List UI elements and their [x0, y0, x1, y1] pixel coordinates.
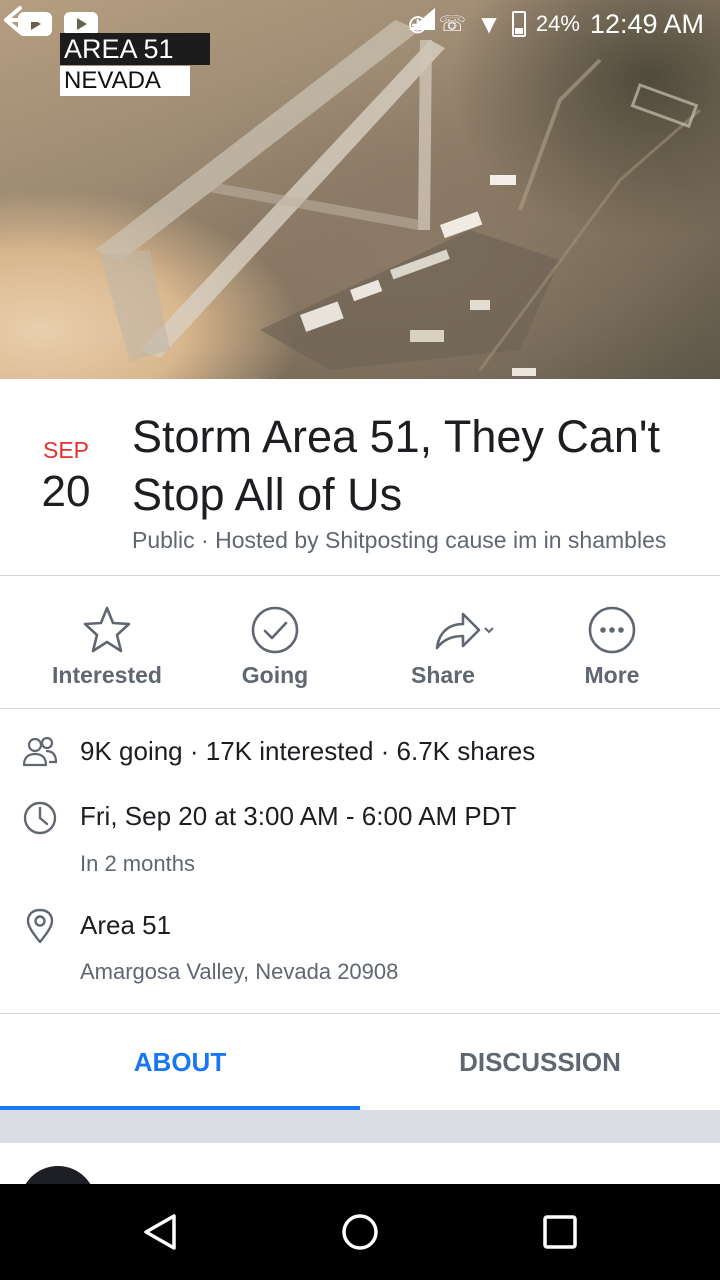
wifi-icon: ▼ [476, 9, 502, 39]
star-icon [83, 606, 131, 653]
event-subtitle[interactable]: Public · Hosted by Shitposting cause im … [132, 527, 666, 554]
status-time: 12:49 AM [589, 8, 704, 39]
interested-label: Interested [52, 662, 162, 688]
share-button[interactable]: Share [359, 576, 527, 708]
cover-overlay-line1: AREA 51 [60, 33, 210, 65]
going-button[interactable]: Going [191, 576, 359, 708]
cover-overlay-line2: NEVADA [60, 66, 190, 96]
system-nav-bar [0, 1184, 720, 1280]
event-date: SEP 20 [30, 436, 102, 518]
nav-recents-icon[interactable] [538, 1210, 582, 1254]
nav-back-icon[interactable] [138, 1210, 182, 1254]
event-title: Storm Area 51, They Can't Stop All of Us [132, 411, 661, 520]
signal-icon [408, 8, 435, 30]
battery-percent: 24% [535, 11, 580, 36]
event-actions: Interested Going Share More [0, 576, 720, 708]
missed-call-icon: ☏ [438, 11, 467, 36]
more-label: More [584, 662, 640, 688]
tab-discussion[interactable]: DISCUSSION [360, 1014, 720, 1110]
more-icon [588, 606, 636, 654]
section-separator [0, 1110, 720, 1143]
event-month: SEP [42, 437, 90, 463]
location-address[interactable]: Amargosa Valley, Nevada 20908 [80, 959, 398, 985]
check-circle-icon [251, 606, 299, 654]
divider [0, 708, 720, 709]
event-stats[interactable]: 9K going · 17K interested · 6.7K shares [80, 736, 535, 767]
event-tabs: ABOUT DISCUSSION [0, 1014, 720, 1110]
battery-icon [511, 11, 526, 37]
location-pin-icon [26, 908, 54, 944]
people-icon [22, 736, 58, 767]
share-icon [435, 612, 494, 650]
back-arrow-icon[interactable] [0, 0, 44, 40]
share-label: Share [411, 662, 475, 688]
more-button[interactable]: More [528, 576, 696, 708]
event-day: 20 [41, 467, 91, 516]
nav-home-icon[interactable] [338, 1210, 382, 1254]
location-name[interactable]: Area 51 [80, 910, 171, 941]
clock-icon [23, 801, 57, 835]
tab-about[interactable]: ABOUT [0, 1014, 360, 1110]
event-relative-time: In 2 months [80, 851, 195, 876]
event-datetime[interactable]: Fri, Sep 20 at 3:00 AM - 6:00 AM PDT [80, 801, 516, 832]
going-label: Going [241, 662, 309, 688]
interested-button[interactable]: Interested [23, 576, 191, 708]
cover-photo[interactable]: ⊕ ☏ ▼ 24% 12:49 AM AREA 51 NEVADA [0, 0, 720, 379]
